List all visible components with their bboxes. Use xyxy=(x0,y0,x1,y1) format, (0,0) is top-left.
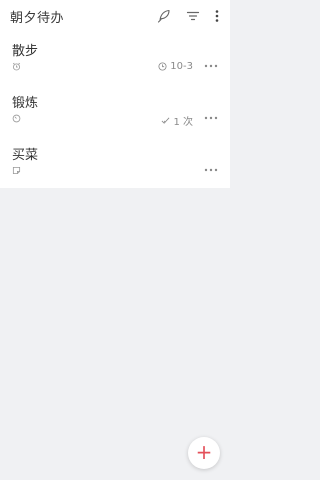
task-title: 散步 xyxy=(12,44,39,59)
clock-icon xyxy=(158,62,167,71)
task-meta: 1 次 xyxy=(161,113,193,128)
timer-icon xyxy=(12,114,21,123)
task-item[interactable]: 买菜 xyxy=(0,136,230,188)
feather-icon[interactable] xyxy=(156,8,172,24)
task-title: 买菜 xyxy=(12,148,39,163)
more-horizontal-icon[interactable] xyxy=(204,63,218,69)
check-icon xyxy=(162,117,170,124)
task-meta-text: 1 次 xyxy=(173,117,193,128)
add-task-button[interactable]: + xyxy=(188,437,220,469)
note-icon xyxy=(12,166,21,175)
task-item[interactable]: 锻炼 1 次 xyxy=(0,84,230,136)
more-horizontal-icon[interactable] xyxy=(204,167,218,173)
task-meta: 10-3 xyxy=(158,61,193,72)
app-title: 朝夕待办 xyxy=(10,11,65,26)
more-horizontal-icon[interactable] xyxy=(204,115,218,121)
filter-icon[interactable] xyxy=(185,8,201,24)
alarm-clock-icon xyxy=(12,62,21,71)
app-header: 朝夕待办 xyxy=(0,0,230,32)
more-vertical-icon[interactable] xyxy=(209,8,225,24)
task-meta-text: 10-3 xyxy=(170,61,193,72)
task-item[interactable]: 散步 10-3 xyxy=(0,32,230,84)
task-list: 散步 10-3 锻炼 1 次 买菜 xyxy=(0,32,230,188)
task-title: 锻炼 xyxy=(12,96,39,111)
